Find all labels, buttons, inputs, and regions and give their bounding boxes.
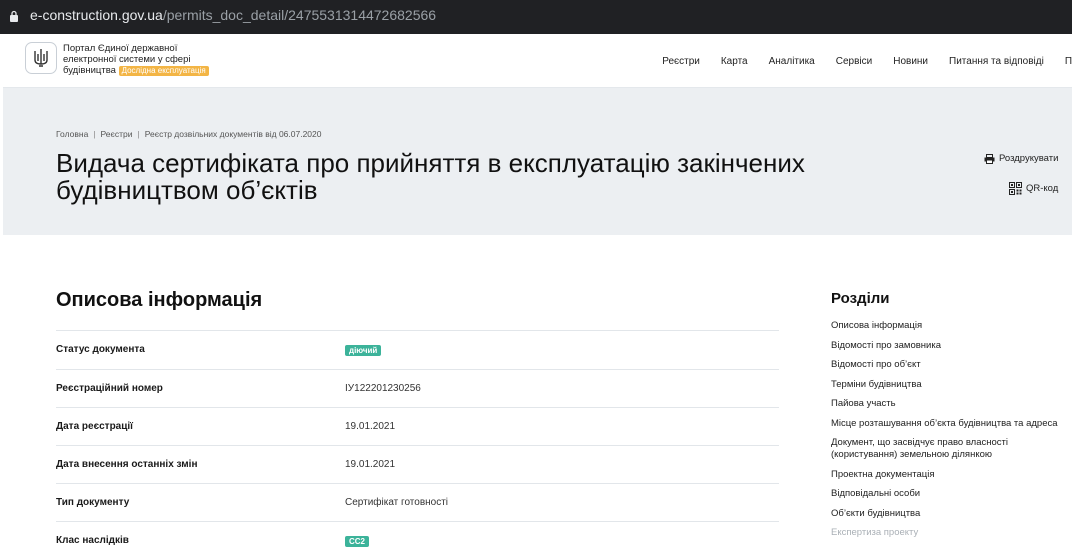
- row-label: Реєстраційний номер: [56, 383, 163, 394]
- printer-icon: [984, 153, 995, 164]
- nav-news[interactable]: Новини: [893, 56, 928, 67]
- portal-line3: будівництва: [63, 65, 116, 76]
- info-row-last-change: Дата внесення останніх змін 19.01.2021: [56, 445, 779, 483]
- trident-logo-icon[interactable]: [25, 42, 57, 74]
- title-band: Головна | Реєстри | Реєстр дозвільних докуме…: [3, 88, 1072, 235]
- nav-registries[interactable]: Реєстри: [662, 56, 700, 67]
- main-nav: Реєстри Карта Аналітика Сервіси Новини П…: [662, 56, 1072, 67]
- info-row-status: Статус документа діючий: [56, 330, 779, 368]
- url-path: /permits_doc_detail/2475531314472682566: [162, 7, 437, 23]
- section-link[interactable]: Терміни будівництва: [831, 379, 1072, 391]
- portal-line1: Портал Єдиної державної: [63, 43, 178, 54]
- section-link[interactable]: Проектна документація: [831, 469, 1072, 481]
- nav-map[interactable]: Карта: [721, 56, 748, 67]
- qr-label: QR-код: [1026, 183, 1059, 194]
- browser-address-bar[interactable]: e-construction.gov.ua/permits_doc_detail…: [0, 0, 1072, 34]
- breadcrumb-home[interactable]: Головна: [56, 129, 88, 139]
- row-label: Дата реєстрації: [56, 421, 133, 432]
- row-label: Дата внесення останніх змін: [56, 459, 198, 470]
- site-header: Портал Єдиної державної електронної сист…: [3, 34, 1072, 88]
- row-label: Клас наслідків: [56, 535, 129, 546]
- row-value: 19.01.2021: [345, 459, 396, 470]
- section-link[interactable]: Документ, що засвідчує право власності (…: [831, 437, 1031, 461]
- status-badge: діючий: [345, 345, 382, 356]
- page-title: Видача сертифіката про прийняття в експл…: [56, 148, 805, 205]
- row-label: Статус документа: [56, 344, 145, 355]
- sections-heading: Розділи: [831, 290, 890, 307]
- url-domain: e-construction.gov.ua: [30, 7, 163, 23]
- row-label: Тип документу: [56, 497, 130, 508]
- section-heading: Описова інформація: [56, 289, 263, 311]
- trial-badge: Дослідна експлуатація: [118, 66, 209, 76]
- section-link[interactable]: Місце розташування об’єкта будівництва т…: [831, 418, 1072, 430]
- breadcrumb-registries[interactable]: Реєстри: [101, 129, 133, 139]
- nav-faq[interactable]: Питання та відповіді: [949, 56, 1044, 67]
- qr-button[interactable]: QR-код: [1009, 182, 1058, 195]
- section-link[interactable]: Описова інформація: [831, 320, 1072, 332]
- info-row-reg-date: Дата реєстрації 19.01.2021: [56, 407, 779, 445]
- nav-analytics[interactable]: Аналітика: [769, 56, 815, 67]
- portal-name[interactable]: Портал Єдиної державної електронної сист…: [63, 43, 223, 76]
- section-link[interactable]: Експертиза проекту: [831, 527, 1072, 539]
- section-link[interactable]: Відповідальні особи: [831, 488, 1072, 500]
- qr-code-icon: [1009, 182, 1022, 195]
- section-link[interactable]: Пайова участь: [831, 398, 1072, 410]
- sections-list: Описова інформація Відомості про замовни…: [831, 320, 1072, 547]
- section-link[interactable]: Відомості про об’єкт: [831, 359, 1072, 371]
- info-row-consequence-class: Клас наслідків СС2: [56, 521, 779, 547]
- nav-more[interactable]: П: [1065, 56, 1072, 67]
- print-button[interactable]: Роздрукувати: [984, 153, 1058, 164]
- info-row-reg-number: Реєстраційний номер ІУ122201230256: [56, 369, 779, 407]
- breadcrumb-current: Реєстр дозвільних документів від 06.07.2…: [144, 129, 322, 139]
- url-text[interactable]: e-construction.gov.ua/permits_doc_detail…: [30, 7, 436, 23]
- nav-services[interactable]: Сервіси: [836, 56, 872, 67]
- portal-line2: електронної системи у сфері: [63, 54, 191, 65]
- row-value: Сертифікат готовності: [345, 497, 449, 508]
- section-link[interactable]: Відомості про замовника: [831, 340, 1072, 352]
- section-link[interactable]: Об’єкти будівництва: [831, 508, 1072, 520]
- row-value: ІУ122201230256: [345, 383, 421, 394]
- breadcrumb: Головна | Реєстри | Реєстр дозвільних докуме…: [56, 129, 322, 139]
- print-label: Роздрукувати: [999, 153, 1059, 164]
- lock-icon: [10, 10, 18, 22]
- class-badge: СС2: [345, 536, 370, 547]
- info-row-doc-type: Тип документу Сертифікат готовності: [56, 483, 779, 521]
- row-value: 19.01.2021: [345, 421, 396, 432]
